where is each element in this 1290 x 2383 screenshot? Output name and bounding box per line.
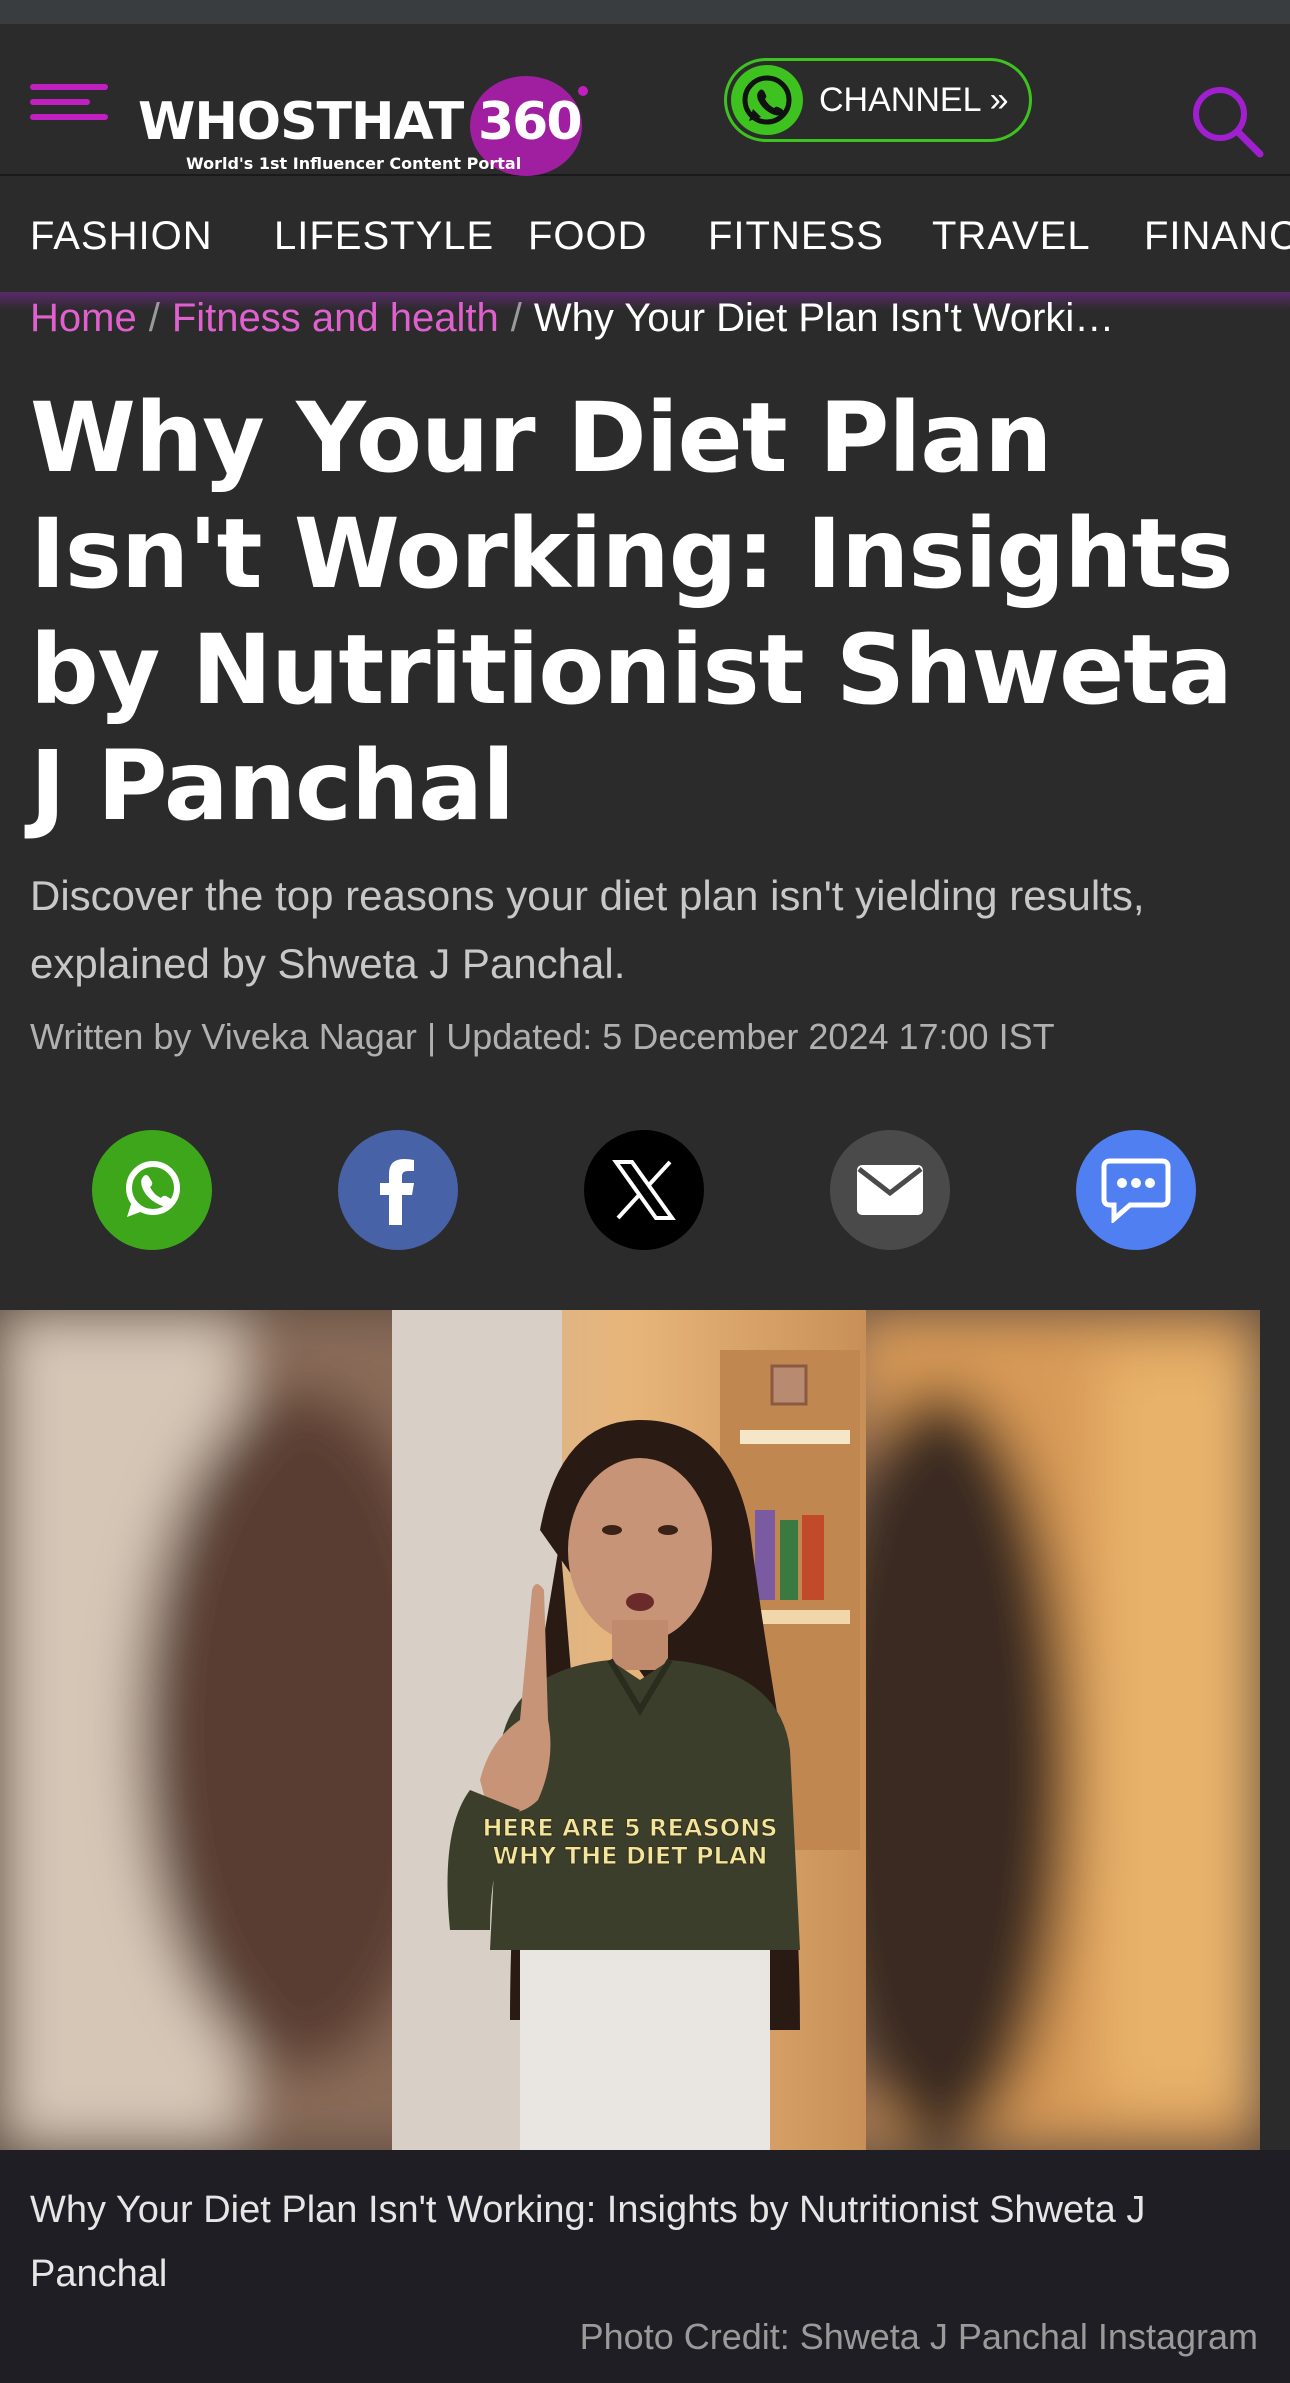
whatsapp-icon [126, 1161, 180, 1217]
search-icon[interactable] [1188, 82, 1268, 162]
photo-credit: Photo Credit: Shweta J Panchal Instagram [579, 2316, 1258, 2357]
logo-wordmark: WHOSTHAT [138, 92, 464, 152]
whatsapp-channel-button[interactable]: CHANNEL » [724, 58, 1032, 142]
breadcrumb-home[interactable]: Home [30, 296, 137, 340]
nav-item-fitness[interactable]: FITNESS [708, 214, 884, 259]
image-caption: Why Your Diet Plan Isn't Working: Insigh… [30, 2189, 1146, 2295]
status-bar [0, 0, 1290, 24]
article-title: Why Your Diet Plan Isn't Working: Insigh… [30, 382, 1234, 842]
share-facebook-button[interactable] [338, 1130, 458, 1250]
hero-overlay-text: WHY THE DIET PLAN [492, 1842, 767, 1870]
share-buttons [0, 1130, 1290, 1252]
article-subtitle: Discover the top reasons your diet plan … [30, 872, 1145, 987]
share-sms-button[interactable] [1076, 1130, 1196, 1250]
share-x-button[interactable] [584, 1130, 704, 1250]
breadcrumb-category[interactable]: Fitness and health [172, 296, 499, 340]
logo-number: 360 [478, 92, 583, 152]
nav-item-food[interactable]: FOOD [528, 214, 648, 259]
breadcrumb: Home / Fitness and health / Why Your Diet Pl… [30, 296, 1270, 346]
site-header: WHOSTHAT 360 World's 1st Influencer Cont… [0, 24, 1290, 176]
nav-item-finance[interactable]: FINANC [1144, 214, 1290, 259]
x-icon [612, 1160, 676, 1220]
nav-item-lifestyle[interactable]: LIFESTYLE [274, 214, 494, 259]
breadcrumb-separator: / [148, 296, 160, 340]
hero-image[interactable]: HERE ARE 5 REASONS WHY THE DIET PLAN [0, 1310, 1260, 2150]
image-caption-box: Why Your Diet Plan Isn't Working: Insigh… [0, 2150, 1290, 2383]
facebook-icon [380, 1159, 414, 1225]
category-nav: FASHION LIFESTYLE FOOD FITNESS TRAVEL FI… [0, 178, 1290, 292]
share-whatsapp-button[interactable] [92, 1130, 212, 1250]
hero-overlay-text: HERE ARE 5 REASONS [482, 1814, 777, 1842]
breadcrumb-separator: / [510, 296, 522, 340]
nav-item-fashion[interactable]: FASHION [30, 214, 213, 259]
sms-icon [1101, 1158, 1171, 1223]
site-logo[interactable]: WHOSTHAT 360 World's 1st Influencer Cont… [138, 50, 598, 176]
whatsapp-icon [731, 65, 803, 135]
menu-icon[interactable] [30, 84, 108, 120]
logo-tagline: World's 1st Influencer Content Portal [186, 154, 522, 173]
article-byline: Written by Viveka Nagar | Updated: 5 Dec… [30, 1016, 1055, 1057]
email-icon [857, 1165, 923, 1215]
channel-label: CHANNEL » [819, 81, 1009, 119]
logo-dot [578, 86, 588, 96]
nav-item-travel[interactable]: TRAVEL [932, 214, 1091, 259]
breadcrumb-current: Why Your Diet Plan Isn't Worki… [533, 296, 1115, 340]
share-email-button[interactable] [830, 1130, 950, 1250]
